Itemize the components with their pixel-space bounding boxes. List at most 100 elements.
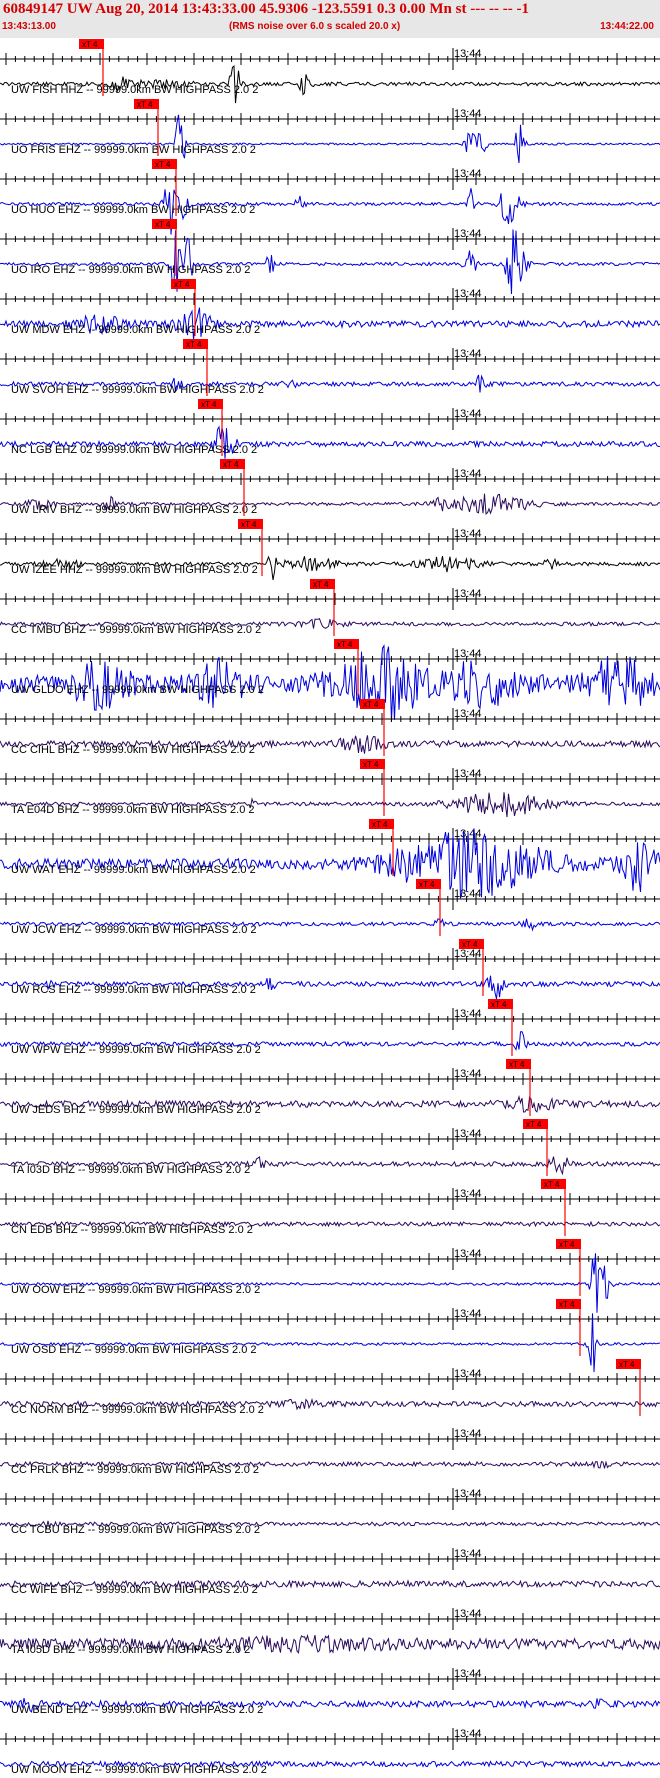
station-label: UW LRIV BHZ -- 99999.0km BW HIGHPASS 2.0… bbox=[11, 504, 257, 516]
waveform bbox=[0, 1313, 660, 1373]
end-time: 13:44:22.00 bbox=[600, 21, 654, 32]
pick-label: xT 4 bbox=[313, 580, 329, 589]
minute-tick-label: 13:44 bbox=[454, 468, 482, 480]
pick-label: xT 4 bbox=[491, 1000, 507, 1009]
minute-tick-label: 13:44 bbox=[454, 1008, 482, 1020]
pick-label: xT 4 bbox=[186, 340, 202, 349]
trace-row: 13:44 UO FRIS EHZ -- 99999.0km BW HIGHPAS… bbox=[0, 99, 660, 164]
pick-label: xT 4 bbox=[544, 1180, 560, 1189]
station-label: CC PRLK BHZ -- 99999.0km BW HIGHPASS 2.0… bbox=[11, 1464, 259, 1476]
pick-label: xT 4 bbox=[363, 760, 379, 769]
trace-row: 13:44 CC WIFE BHZ -- 99999.0km BW HIGHPAS… bbox=[0, 1548, 660, 1596]
trace-row: 13:44 UW JEDS BHZ -- 99999.0km BW HIGHPAS… bbox=[0, 1059, 660, 1116]
station-label: UW OSD EHZ -- 99999.0km BW HIGHPASS 2.0 … bbox=[11, 1344, 257, 1356]
trace-row: 13:44 UW RCS EHZ -- 99999.0km BW HIGHPASS… bbox=[0, 939, 660, 1000]
minute-tick-label: 13:44 bbox=[454, 648, 482, 660]
pick-label: xT 4 bbox=[82, 40, 98, 49]
minute-tick-label: 13:44 bbox=[454, 948, 482, 960]
pick-label: xT 4 bbox=[223, 460, 239, 469]
station-label: CC TCBU BHZ -- 99999.0km BW HIGHPASS 2.0… bbox=[11, 1524, 260, 1536]
trace-row: 13:44 CC CIHL BHZ -- 99999.0km BW HIGHPAS… bbox=[0, 699, 660, 756]
trace-row: 13:44 UW SVOH EHZ -- 99999.0km BW HIGHPAS… bbox=[0, 339, 660, 396]
station-label: UW IZEE HHZ -- 99999.0km BW HIGHPASS 2.0… bbox=[11, 564, 258, 576]
event-title: 60849147 UW Aug 20, 2014 13:43:33.00 45.… bbox=[3, 1, 529, 17]
minute-tick-label: 13:44 bbox=[454, 348, 482, 360]
station-label: CC TMBU BHZ -- 99999.0km BW HIGHPASS 2.0… bbox=[11, 624, 261, 636]
station-label: CC NORM BHZ -- 99999.0km BW HIGHPASS 2.0… bbox=[11, 1404, 264, 1416]
station-label: UW MDW EHZ -- 99999.0km BW HIGHPASS 2.0 … bbox=[11, 324, 260, 336]
station-label: UO FRIS EHZ -- 99999.0km BW HIGHPASS 2.0… bbox=[11, 144, 256, 156]
trace-row: 13:44 UW WAT EHZ -- 99999.0km BW HIGHPASS… bbox=[0, 819, 660, 899]
minute-tick-label: 13:44 bbox=[454, 768, 482, 780]
minute-tick-label: 13:44 bbox=[454, 588, 482, 600]
minute-tick-label: 13:44 bbox=[454, 48, 482, 60]
pick-label: xT 4 bbox=[559, 1240, 575, 1249]
station-label: UW FISH HHZ -- 99999.0km BW HIGHPASS 2.0… bbox=[11, 84, 258, 96]
pick-label: xT 4 bbox=[201, 400, 217, 409]
trace-row: 13:44 UW GLDO EHZ -- 99999.0km BW HIGHPAS… bbox=[0, 639, 660, 722]
trace-row: 13:44 UO IRO EHZ -- 99999.0km BW HIGHPASS… bbox=[0, 219, 660, 295]
station-label: UW OOW EHZ -- 99999.0km BW HIGHPASS 2.0 … bbox=[11, 1284, 260, 1296]
pick-label: xT 4 bbox=[174, 280, 190, 289]
minute-tick-label: 13:44 bbox=[454, 168, 482, 180]
pick-label: xT 4 bbox=[337, 640, 353, 649]
minute-tick-label: 13:44 bbox=[454, 288, 482, 300]
station-label: TA I03D BHZ -- 99999.0km BW HIGHPASS 2.0… bbox=[11, 1164, 250, 1176]
station-label: UW RCS EHZ -- 99999.0km BW HIGHPASS 2.0 … bbox=[11, 984, 256, 996]
minute-tick-label: 13:44 bbox=[454, 408, 482, 420]
station-label: UO HUO EHZ -- 99999.0km BW HIGHPASS 2.0 … bbox=[11, 204, 255, 216]
pick-label: xT 4 bbox=[155, 160, 171, 169]
minute-tick-label: 13:44 bbox=[454, 1488, 482, 1500]
start-time: 13:43:13.00 bbox=[2, 21, 56, 32]
minute-tick-label: 13:44 bbox=[454, 1548, 482, 1560]
trace-row: 13:44 UW IZEE HHZ -- 99999.0km BW HIGHPAS… bbox=[0, 519, 660, 581]
station-label: NC LGB EHZ 02 99999.0km BW HIGHPASS 2.0 … bbox=[11, 444, 257, 456]
station-label: UW WAT EHZ -- 99999.0km BW HIGHPASS 2.0 … bbox=[11, 864, 256, 876]
trace-row: 13:44 UW MOON EHZ -- 99999.0km BW HIGHPAS… bbox=[0, 1728, 660, 1776]
minute-tick-label: 13:44 bbox=[454, 528, 482, 540]
station-label: UW WPW EHZ -- 99999.0km BW HIGHPASS 2.0 … bbox=[11, 1044, 261, 1056]
pick-label: xT 4 bbox=[155, 220, 171, 229]
seismogram-plot: 13:44 UW FISH HHZ -- 99999.0km BW HIGHPAS… bbox=[0, 39, 660, 1776]
trace-row: 13:44 UO HUO EHZ -- 99999.0km BW HIGHPASS… bbox=[0, 159, 660, 235]
trace-row: 13:44 CC NORM BHZ -- 99999.0km BW HIGHPAS… bbox=[0, 1359, 660, 1416]
trace-row: 13:44 UW LRIV BHZ -- 99999.0km BW HIGHPAS… bbox=[0, 459, 660, 516]
minute-tick-label: 13:44 bbox=[454, 1368, 482, 1380]
pick-label: xT 4 bbox=[462, 940, 478, 949]
trace-row: 13:44 NC LGB EHZ 02 99999.0km BW HIGHPASS… bbox=[0, 399, 660, 459]
trace-row: 13:44 CC TCBU BHZ -- 99999.0km BW HIGHPAS… bbox=[0, 1488, 660, 1536]
station-label: CC WIFE BHZ -- 99999.0km BW HIGHPASS 2.0… bbox=[11, 1584, 258, 1596]
minute-tick-label: 13:44 bbox=[454, 888, 482, 900]
minute-tick-label: 13:44 bbox=[454, 108, 482, 120]
minute-tick-label: 13:44 bbox=[454, 1428, 482, 1440]
pick-label: xT 4 bbox=[559, 1300, 575, 1309]
minute-tick-label: 13:44 bbox=[454, 228, 482, 240]
minute-tick-label: 13:44 bbox=[454, 708, 482, 720]
station-label: UW GLDO EHZ -- 99999.0km BW HIGHPASS 2.0… bbox=[11, 684, 264, 696]
pick-label: xT 4 bbox=[619, 1360, 635, 1369]
trace-row: 13:44 TA I05D BHZ -- 99999.0km BW HIGHPAS… bbox=[0, 1608, 660, 1656]
station-label: CN EDB BHZ -- 99999.0km BW HIGHPASS 2.0 … bbox=[11, 1224, 253, 1236]
pick-label: xT 4 bbox=[509, 1060, 525, 1069]
trace-row: 13:44 UW WPW EHZ -- 99999.0km BW HIGHPASS… bbox=[0, 999, 660, 1056]
trace-row: 13:44 UW JCW EHZ -- 99999.0km BW HIGHPASS… bbox=[0, 879, 660, 936]
station-label: UW SVOH EHZ -- 99999.0km BW HIGHPASS 2.0… bbox=[11, 384, 264, 396]
pick-label: xT 4 bbox=[137, 100, 153, 109]
station-label: UW JEDS BHZ -- 99999.0km BW HIGHPASS 2.0… bbox=[11, 1104, 261, 1116]
minute-tick-label: 13:44 bbox=[454, 1668, 482, 1680]
minute-tick-label: 13:44 bbox=[454, 1188, 482, 1200]
rms-note: (RMS noise over 6.0 s scaled 20.0 x) bbox=[229, 21, 401, 32]
minute-tick-label: 13:44 bbox=[454, 1128, 482, 1140]
pick-label: xT 4 bbox=[419, 880, 435, 889]
trace-row: 13:44 CC PRLK BHZ -- 99999.0km BW HIGHPAS… bbox=[0, 1428, 660, 1476]
trace-row: 13:44 TA E04D BHZ -- 99999.0km BW HIGHPAS… bbox=[0, 759, 660, 818]
minute-tick-label: 13:44 bbox=[454, 1248, 482, 1260]
pick-label: xT 4 bbox=[241, 520, 257, 529]
trace-row: 13:44 UW FISH HHZ -- 99999.0km BW HIGHPAS… bbox=[0, 39, 660, 104]
station-label: UW BEND EHZ -- 99999.0km BW HIGHPASS 2.0… bbox=[11, 1704, 263, 1716]
station-label: TA E04D BHZ -- 99999.0km BW HIGHPASS 2.0… bbox=[11, 804, 255, 816]
trace-row: 13:44 CN EDB BHZ -- 99999.0km BW HIGHPASS… bbox=[0, 1179, 660, 1236]
pick-label: xT 4 bbox=[372, 820, 388, 829]
trace-row: 13:44 UW BEND EHZ -- 99999.0km BW HIGHPAS… bbox=[0, 1668, 660, 1716]
trace-row: 13:44 UW MDW EHZ -- 99999.0km BW HIGHPASS… bbox=[0, 279, 660, 340]
